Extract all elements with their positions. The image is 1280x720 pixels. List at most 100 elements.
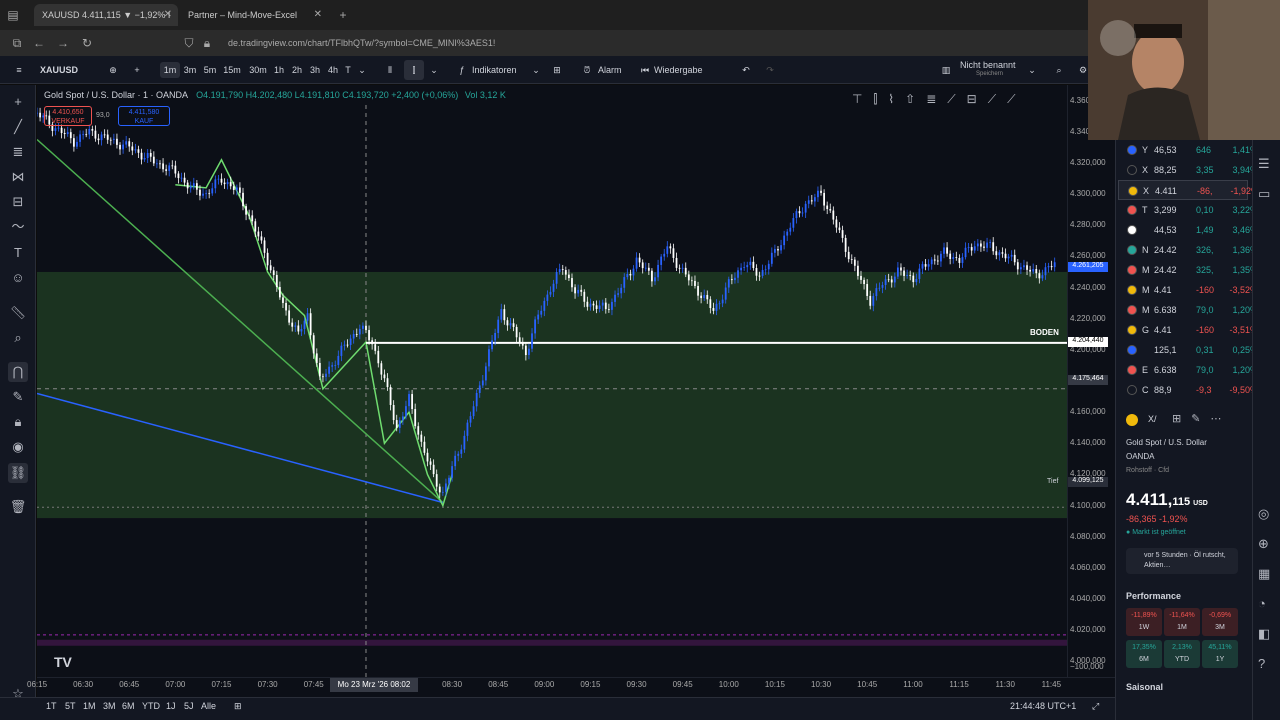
- watchlist-row[interactable]: X 88,25 3,35 3,94%: [1118, 160, 1258, 180]
- maximize-icon[interactable]: ⤢: [1092, 701, 1099, 712]
- timeframe-2h[interactable]: 2h: [288, 62, 306, 78]
- range-5y[interactable]: 5J: [184, 701, 194, 711]
- timeframe-4h[interactable]: 4h: [324, 62, 342, 78]
- watchlist-row[interactable]: E 6.638 79,0 1,20%: [1118, 360, 1258, 380]
- watchlist-row[interactable]: 44,53 1,49 3,46%: [1118, 220, 1258, 240]
- watchlist-row[interactable]: M 6.638 79,0 1,20%: [1118, 300, 1258, 320]
- watchlist-row[interactable]: M 24.42 325, 1,35%: [1118, 260, 1258, 280]
- tab-actions-icon[interactable]: ⧉: [8, 34, 26, 52]
- calendar-icon[interactable]: ▦: [1258, 566, 1270, 582]
- streams-icon[interactable]: ◔: [1258, 596, 1266, 611]
- indicators-button[interactable]: Indikatoren: [472, 60, 528, 80]
- reload-icon[interactable]: ↻: [78, 34, 96, 52]
- performance-cell[interactable]: 17,35% 6M: [1126, 640, 1162, 668]
- quick-search-icon[interactable]: ⌕: [1050, 60, 1068, 80]
- fib-icon[interactable]: ≣: [8, 142, 28, 162]
- watchlist-icon[interactable]: ☰: [1258, 156, 1270, 172]
- pattern-icon[interactable]: ⋈: [8, 167, 28, 187]
- timeframe-15m[interactable]: 15m: [220, 62, 244, 78]
- help-icon[interactable]: ?: [1258, 656, 1265, 671]
- buy-button[interactable]: 4.411,580 KAUF: [118, 106, 170, 126]
- range-1y[interactable]: 1J: [166, 701, 176, 711]
- performance-cell[interactable]: -11,64% 1M: [1164, 608, 1200, 636]
- link-icon[interactable]: ⛓︎: [8, 463, 28, 483]
- performance-cell[interactable]: -11,89% 1W: [1126, 608, 1162, 636]
- shield-icon[interactable]: ⛉: [180, 34, 198, 52]
- symbol-search[interactable]: XAUUSD: [40, 60, 106, 80]
- timeframe-1m[interactable]: 1m: [160, 62, 180, 78]
- details-name[interactable]: Gold Spot / U.S. Dollar: [1126, 438, 1207, 447]
- notifications-icon[interactable]: ◧: [1258, 626, 1270, 642]
- watchlist-row[interactable]: C 88,9 -9,3 -9,50%: [1118, 380, 1258, 400]
- browser-tab[interactable]: Partner – Mind-Move-Excel ✕: [180, 4, 328, 26]
- menu-icon[interactable]: ≡: [8, 60, 30, 80]
- trash-icon[interactable]: 🗑︎: [8, 497, 28, 517]
- indicators-icon[interactable]: ƒ: [454, 60, 470, 80]
- zoom-icon[interactable]: ⌕: [8, 328, 28, 348]
- url-field[interactable]: de.tradingview.com/chart/TFlbhQTw/?symbo…: [228, 34, 1088, 52]
- chart-svg[interactable]: [37, 85, 1067, 677]
- performance-cell[interactable]: 45,11% 1Y: [1202, 640, 1238, 668]
- timeframe-3m[interactable]: 3m: [180, 62, 200, 78]
- emoji-icon[interactable]: ☺: [8, 268, 28, 288]
- timeframe-1h[interactable]: 1h: [270, 62, 288, 78]
- close-icon[interactable]: ✕: [164, 4, 172, 26]
- legend-title[interactable]: Gold Spot / U.S. Dollar · 1 · OANDA: [44, 90, 188, 100]
- text-icon[interactable]: T: [8, 243, 28, 263]
- chart-pane[interactable]: [37, 85, 1067, 677]
- watchlist-row[interactable]: Y 46,53 646 1,41%: [1118, 140, 1258, 160]
- watchlist-row[interactable]: 125,1 0,31 0,25%: [1118, 340, 1258, 360]
- redo-icon[interactable]: ↷: [762, 60, 778, 80]
- forecast-icon[interactable]: ⊟: [8, 192, 28, 212]
- watchlist-row[interactable]: M 4.41 -160 -3,52%: [1118, 280, 1258, 300]
- add-symbol-icon[interactable]: +: [128, 60, 146, 80]
- clock[interactable]: 21:44:48 UTC+1: [1010, 701, 1076, 711]
- timeframe-t[interactable]: T: [342, 62, 354, 78]
- brush-icon[interactable]: 〜: [8, 217, 28, 237]
- chevron-down-icon[interactable]: ⌄: [530, 60, 542, 80]
- chevron-down-icon[interactable]: ⌄: [1026, 60, 1038, 80]
- drawing-mode-icon[interactable]: ✎: [8, 387, 28, 407]
- layout-icon[interactable]: ▥: [938, 60, 954, 80]
- alarm-button[interactable]: Alarm: [598, 60, 632, 80]
- undo-icon[interactable]: ↶: [738, 60, 754, 80]
- date-range-icon[interactable]: ⊞: [234, 701, 242, 712]
- sell-button[interactable]: 4.410,650 VERKAUF: [44, 106, 92, 126]
- lock-drawings-icon[interactable]: 🔒︎: [8, 412, 28, 432]
- candles-icon[interactable]: ⫿: [404, 60, 424, 80]
- crosshair-icon[interactable]: +: [8, 92, 28, 112]
- new-tab-icon[interactable]: +: [334, 6, 352, 24]
- chevron-down-icon[interactable]: ⌄: [356, 60, 368, 80]
- ideas-icon[interactable]: ⊕: [1258, 536, 1269, 552]
- ruler-icon[interactable]: 📏︎: [8, 303, 28, 323]
- range-1m[interactable]: 1M: [83, 701, 96, 711]
- hide-drawings-icon[interactable]: ◉: [8, 437, 28, 457]
- layout-name[interactable]: Nicht benannt: [960, 60, 1026, 70]
- range-ytd[interactable]: YTD: [142, 701, 160, 711]
- range-3m[interactable]: 3M: [103, 701, 116, 711]
- drawing-floating-toolbar[interactable]: ⊤⫿⌇⇧≣⟋⊟⟋⟋: [852, 92, 1078, 112]
- news-item[interactable]: vor 5 Stunden · Öl rutscht, Aktien…: [1126, 548, 1238, 574]
- chevron-down-icon[interactable]: ⌄: [428, 60, 440, 80]
- lock-icon[interactable]: 🔒︎: [198, 34, 216, 52]
- forward-icon[interactable]: →: [54, 34, 72, 52]
- timeframe-30m[interactable]: 30m: [246, 62, 270, 78]
- range-5d[interactable]: 5T: [65, 701, 76, 711]
- trendline-icon[interactable]: ╱: [8, 117, 28, 137]
- performance-cell[interactable]: -0,69% 3M: [1202, 608, 1238, 636]
- watchlist-row[interactable]: G 4.41 -160 -3,51%: [1118, 320, 1258, 340]
- chat-icon[interactable]: ▭: [1258, 186, 1270, 202]
- replay-button[interactable]: Wiedergabe: [654, 60, 714, 80]
- browser-tab-active[interactable]: XAUUSD 4.411,115 ▼ −1,92% I ✕: [34, 4, 178, 26]
- details-actions[interactable]: ⊞✎⋯: [1172, 412, 1252, 425]
- watchlist-row[interactable]: N 24.42 326, 1,36%: [1118, 240, 1258, 260]
- timeframe-5m[interactable]: 5m: [200, 62, 220, 78]
- back-icon[interactable]: ←: [30, 34, 48, 52]
- window-menu-icon[interactable]: ▤: [4, 6, 22, 24]
- replay-icon[interactable]: ⏮︎: [638, 60, 652, 80]
- compare-icon[interactable]: ⊕: [104, 60, 122, 80]
- timeframe-3h[interactable]: 3h: [306, 62, 324, 78]
- magnet-icon[interactable]: ⋂: [8, 362, 28, 382]
- watchlist-row[interactable]: T 3,299 0,10 3,22%: [1118, 200, 1258, 220]
- watchlist-row[interactable]: X 4.411 -86, -1,92%: [1118, 180, 1259, 200]
